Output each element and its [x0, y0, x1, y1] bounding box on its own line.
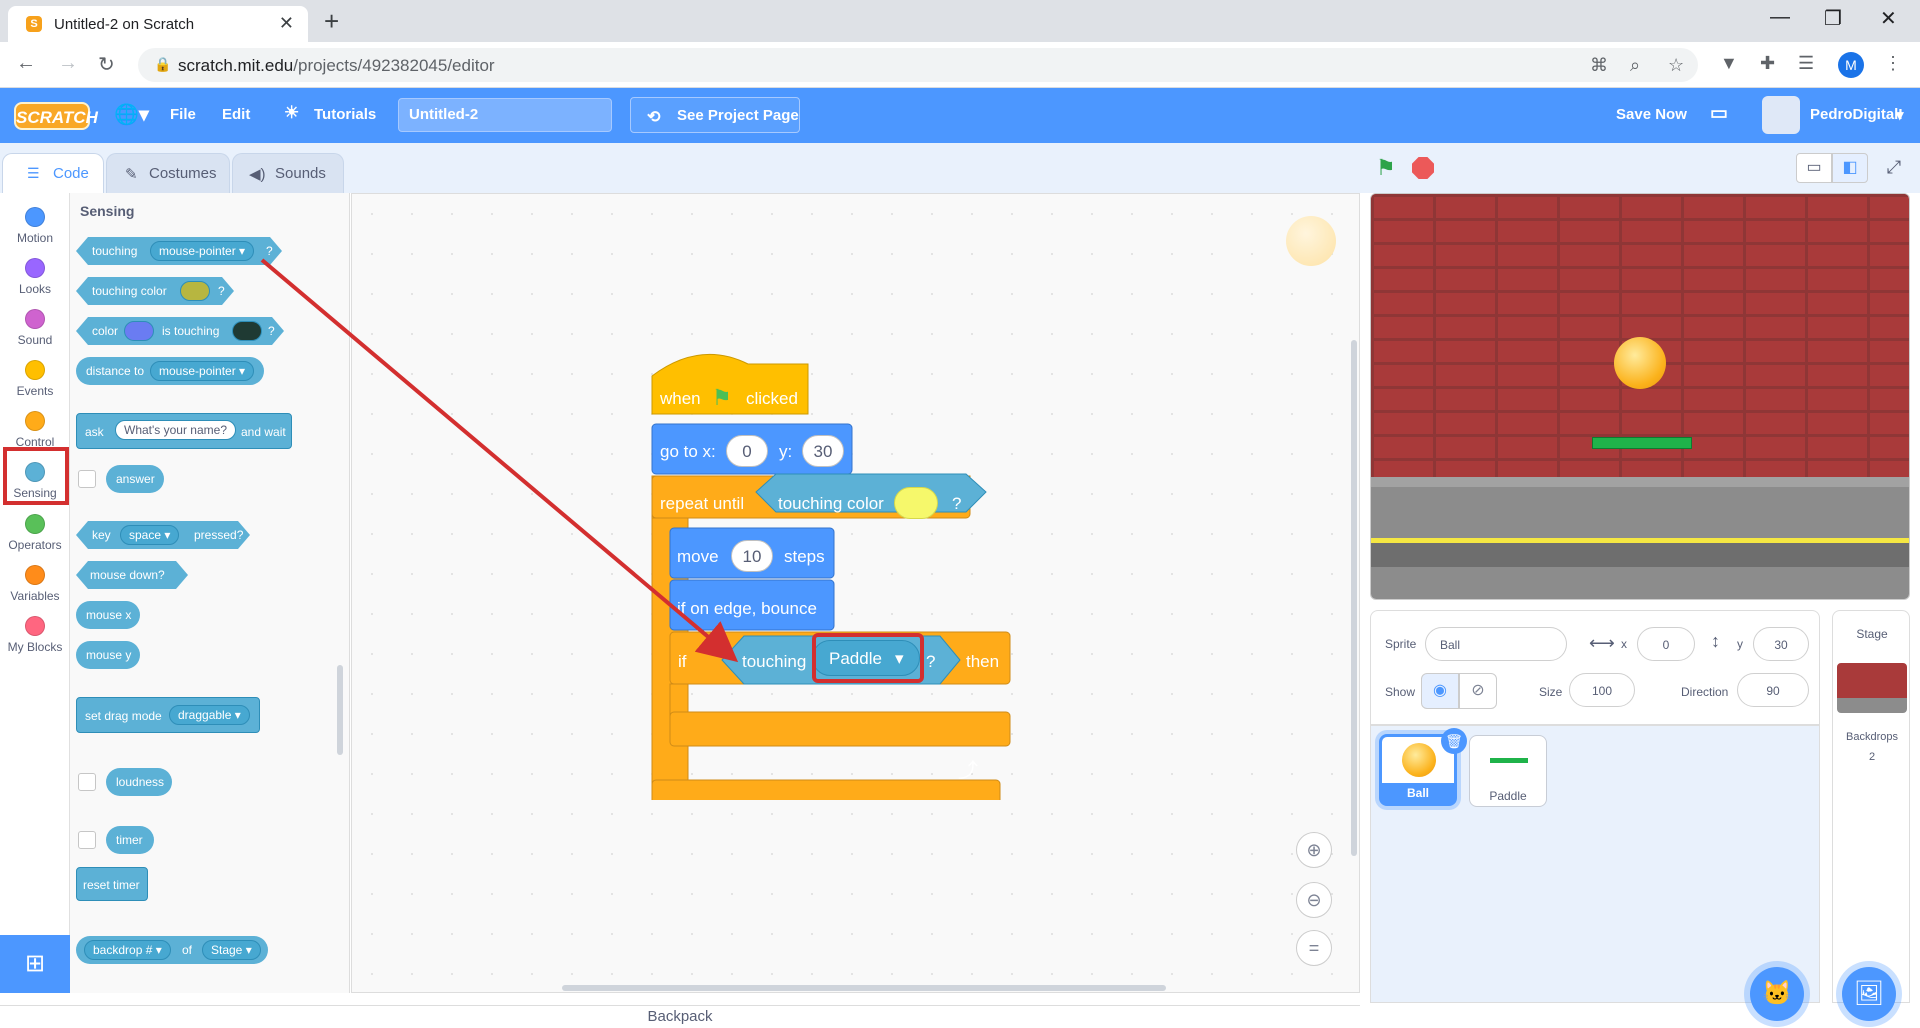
stage-selector-panel[interactable]: Stage Backdrops 2 — [1832, 610, 1910, 1003]
sprite-name: Ball — [1382, 783, 1454, 803]
paddle-thumbnail — [1490, 758, 1528, 763]
choose-sprite-icon[interactable]: 🐱 — [1750, 967, 1804, 1021]
small-stage-icon[interactable]: ▭ — [1796, 153, 1832, 183]
y-input[interactable]: 30 — [1753, 627, 1809, 661]
sprite-info-panel: Sprite Ball ⟷ x 0 ↕ y 30 Show ◉ ⊘ Size 1… — [1370, 610, 1820, 725]
paddle-sprite[interactable] — [1592, 437, 1692, 449]
stage-header: ⚑ ▭ ◧ ⤢ — [1360, 143, 1920, 193]
hide-eye-icon[interactable]: ⊘ — [1459, 673, 1497, 709]
choose-backdrop-icon[interactable]: 🖼 — [1842, 967, 1896, 1021]
fullscreen-icon[interactable]: ⤢ — [1876, 153, 1912, 183]
sprite-name-input[interactable]: Ball — [1425, 627, 1567, 661]
curb — [1371, 477, 1909, 487]
direction-label: Direction — [1681, 685, 1729, 699]
y-label: y — [1737, 637, 1743, 651]
size-label: Size — [1539, 685, 1563, 699]
sprite-name: Paddle — [1489, 789, 1527, 803]
green-flag-icon[interactable]: ⚑ — [1376, 155, 1396, 181]
road — [1371, 543, 1909, 567]
large-stage-icon[interactable]: ◧ — [1832, 153, 1868, 183]
backdrop-thumbnail — [1837, 663, 1907, 713]
x-input[interactable]: 0 — [1637, 627, 1695, 661]
delete-sprite-icon[interactable]: 🗑 — [1441, 728, 1467, 754]
stop-icon[interactable] — [1412, 157, 1434, 179]
ball-sprite[interactable] — [1614, 337, 1666, 389]
workspace-horizontal-scrollbar[interactable] — [562, 985, 1166, 991]
ball-thumbnail — [1402, 743, 1436, 777]
x-arrows-icon: ⟷ — [1589, 633, 1615, 653]
brick-wall-backdrop — [1371, 194, 1909, 477]
backpack-bar[interactable]: Backpack — [0, 1005, 1360, 1028]
workspace-vertical-scrollbar[interactable] — [1351, 340, 1357, 856]
sprite-thumb-paddle[interactable]: Paddle — [1469, 735, 1547, 807]
size-input[interactable]: 100 — [1569, 673, 1635, 707]
zoom-reset-icon[interactable]: = — [1296, 930, 1332, 966]
backdrops-label: Backdrops — [1846, 731, 1898, 743]
zoom-in-icon[interactable]: ⊕ — [1296, 832, 1332, 868]
y-arrows-icon: ↕ — [1711, 631, 1720, 651]
backdrops-count: 2 — [1868, 751, 1876, 763]
stage-canvas[interactable] — [1370, 193, 1910, 600]
sprite-list: Ball 🗑 Paddle — [1370, 725, 1820, 1003]
zoom-out-icon[interactable]: ⊖ — [1296, 882, 1332, 918]
show-eye-icon[interactable]: ◉ — [1421, 673, 1459, 709]
x-label: x — [1621, 637, 1627, 651]
sprite-label: Sprite — [1385, 637, 1417, 651]
direction-input[interactable]: 90 — [1737, 673, 1809, 707]
stage-title: Stage — [1856, 627, 1888, 641]
show-label: Show — [1385, 685, 1416, 699]
